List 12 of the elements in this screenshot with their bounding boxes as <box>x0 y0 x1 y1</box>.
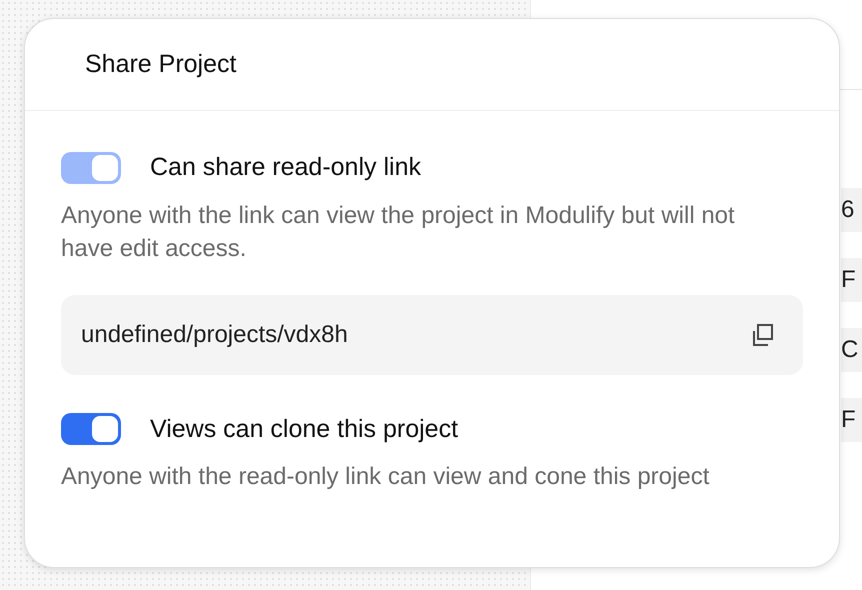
list-row: C <box>841 328 862 372</box>
list-row: F <box>841 258 862 302</box>
list-row: F <box>841 398 862 442</box>
option-label: Views can clone this project <box>150 414 458 444</box>
option-description: Anyone with the link can view the project in Modulify but will not have edit access. <box>61 200 736 264</box>
option-description: Anyone with the read-only link can view and cone this project <box>61 462 710 492</box>
list-row: 6 <box>841 188 862 232</box>
link-text: undefined/projects/vdx8h <box>81 320 348 350</box>
copy-icon[interactable] <box>751 324 773 346</box>
option-label: Can share read-only link <box>150 152 421 183</box>
toggle-switch[interactable] <box>61 413 121 446</box>
dialog-title: Share Project <box>85 48 236 80</box>
